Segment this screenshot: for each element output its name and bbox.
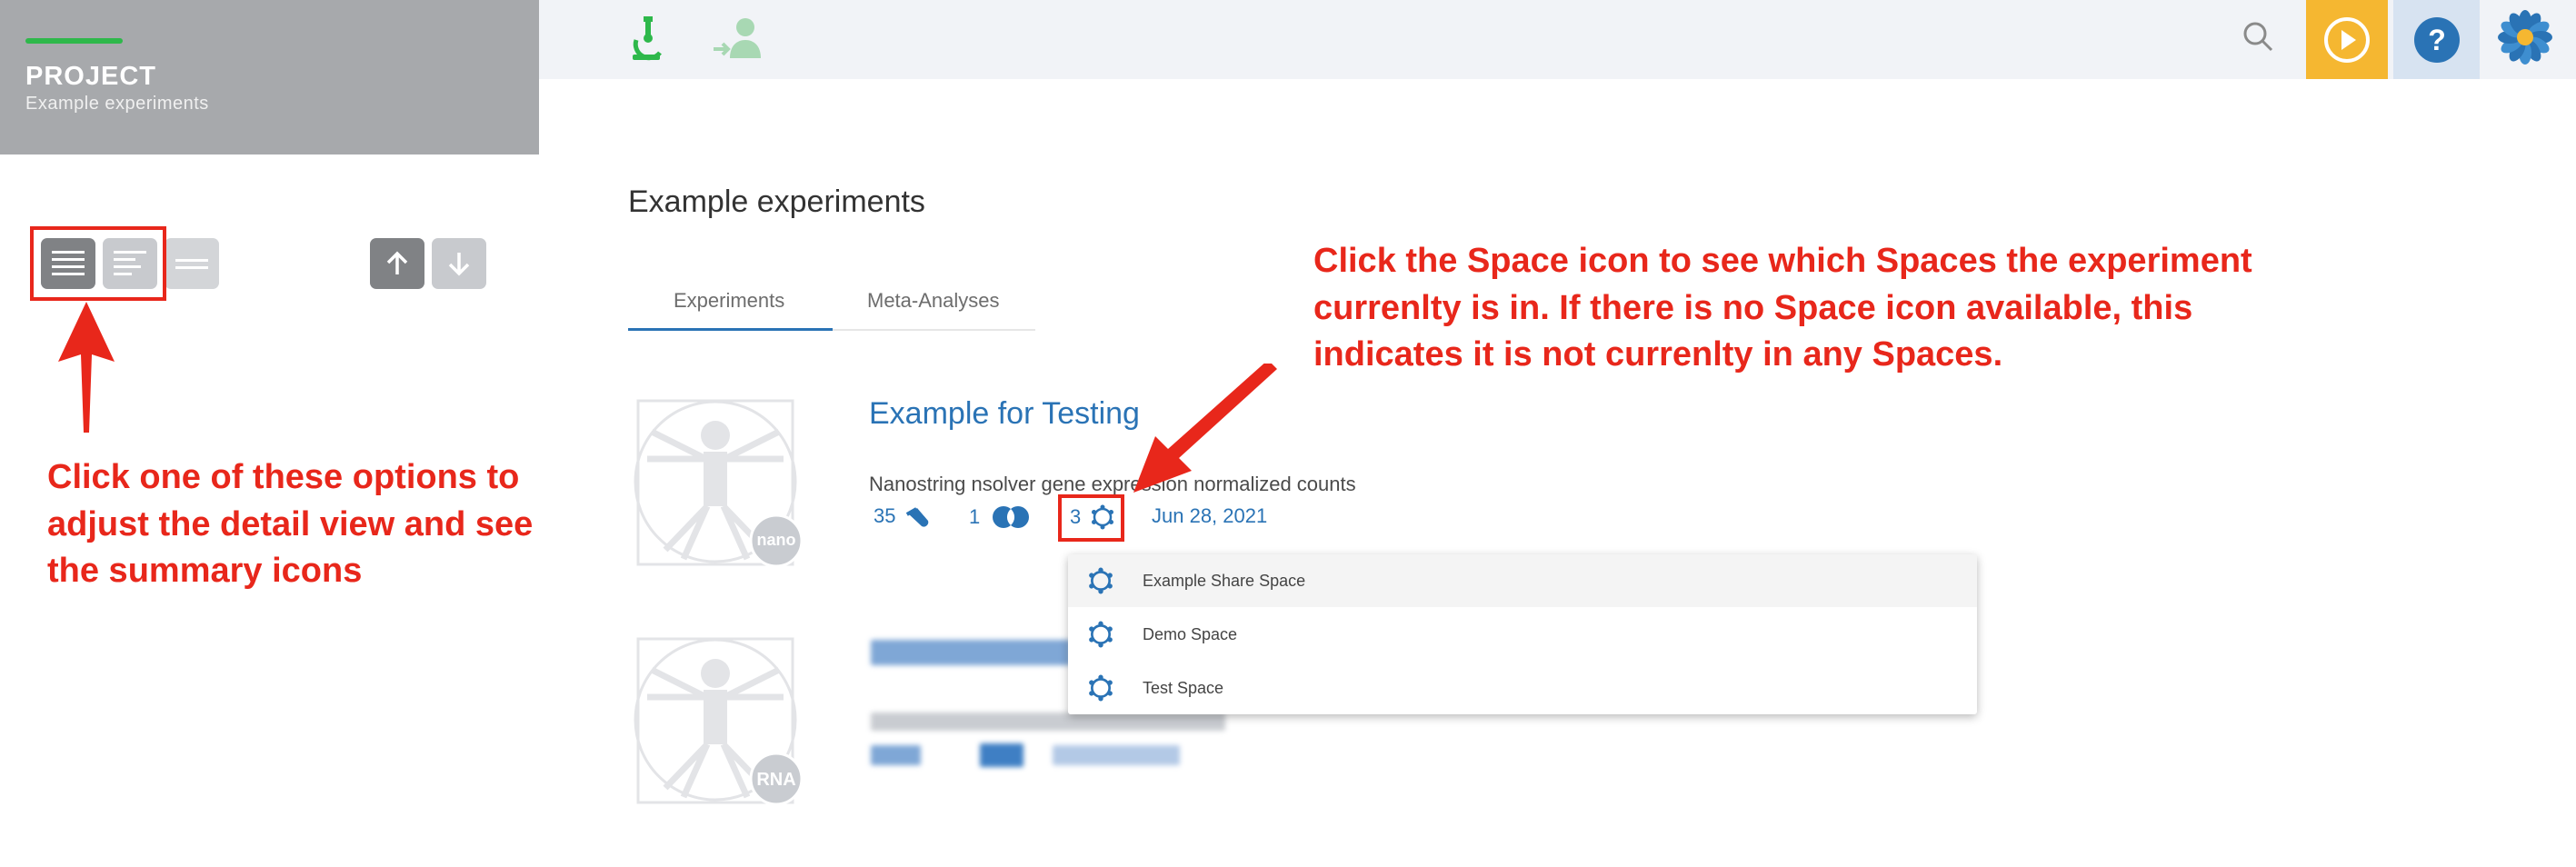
space-menu-label: Example Share Space [1143, 571, 1306, 590]
arrow-down-icon [448, 253, 470, 276]
sort-ascending-button[interactable] [370, 238, 424, 289]
annotation-line: indicates it is not currenlty in any Spa… [1313, 335, 2003, 374]
experiment-thumbnail[interactable] [629, 395, 811, 577]
tab-bar: Experiments Meta-Analyses [628, 273, 1035, 331]
microscope-icon[interactable] [627, 13, 669, 68]
redacted-description [871, 713, 1225, 731]
page-title: Example experiments [628, 184, 925, 219]
annotation-line: Click the Space icon to see which Spaces… [1313, 242, 2252, 280]
experiment-type-badge: RNA [756, 770, 796, 790]
space-menu-label: Demo Space [1143, 624, 1238, 643]
tutorial-play-button[interactable] [2306, 0, 2388, 79]
search-icon[interactable] [2242, 20, 2274, 57]
project-header: PROJECT Example experiments [0, 0, 539, 154]
summary-samples[interactable]: 35 [874, 504, 932, 528]
add-user-icon[interactable] [712, 13, 766, 68]
tab-meta-analyses[interactable]: Meta-Analyses [867, 289, 1000, 313]
redacted-title [871, 640, 1071, 665]
list-compact-icon [175, 259, 208, 269]
redacted-summary [871, 745, 921, 765]
annotation-line: the summary icons [47, 552, 363, 591]
project-label: PROJECT [25, 62, 156, 91]
experiment-title[interactable]: Example for Testing [869, 396, 1140, 432]
experiment-description: Nanostring nsolver gene expression norma… [869, 473, 1356, 495]
space-icon [1085, 565, 1116, 596]
sort-descending-button[interactable] [432, 238, 486, 289]
detail-view-compact-button[interactable] [165, 238, 219, 289]
annotation-view-options: Click one of these options to adjust the… [47, 454, 533, 595]
tab-experiments[interactable]: Experiments [674, 289, 784, 313]
annotation-space-icon: Click the Space icon to see which Spaces… [1313, 238, 2252, 379]
arrow-up-icon [386, 251, 408, 274]
project-accent-bar [25, 38, 123, 44]
annotation-arrow-diagonal [1133, 364, 1277, 493]
redacted-summary [980, 743, 1023, 767]
space-icon [1085, 619, 1116, 650]
play-icon [2324, 16, 2370, 63]
help-icon: ? [2413, 16, 2460, 63]
spaces-dropdown-menu: Example Share Space Demo Space Test Spac… [1068, 554, 1977, 714]
annotation-line: adjust the detail view and see [47, 504, 534, 543]
space-menu-item[interactable]: Example Share Space [1068, 554, 1977, 607]
svg-text:?: ? [2428, 24, 2446, 56]
samples-count: 35 [874, 504, 896, 527]
view-options-highlight [30, 226, 166, 301]
experiment-type-badge: nano [756, 531, 796, 549]
help-button[interactable]: ? [2393, 0, 2480, 79]
redacted-summary [1053, 745, 1180, 765]
datasets-count: 1 [969, 505, 981, 528]
space-menu-label: Test Space [1143, 678, 1224, 697]
flower-logo-icon [2498, 10, 2552, 65]
annotation-line: Click one of these options to [47, 458, 520, 496]
annotation-line: currenlty is in. If there is no Space ic… [1313, 288, 2193, 327]
top-toolbar: ? [539, 0, 2576, 79]
app-logo-button[interactable] [2493, 5, 2557, 69]
test-tube-icon [906, 507, 929, 527]
venn-icon [993, 506, 1030, 528]
space-icon [1085, 673, 1116, 703]
experiment-date: Jun 28, 2021 [1152, 504, 1268, 527]
space-icon-highlight [1058, 494, 1124, 542]
space-menu-item[interactable]: Test Space [1068, 662, 1977, 714]
annotation-arrow-up [58, 302, 115, 433]
project-subtitle: Example experiments [25, 94, 209, 114]
space-menu-item[interactable]: Demo Space [1068, 608, 1977, 661]
summary-datasets[interactable]: 1 [969, 504, 1033, 530]
tab-active-indicator [628, 328, 833, 331]
